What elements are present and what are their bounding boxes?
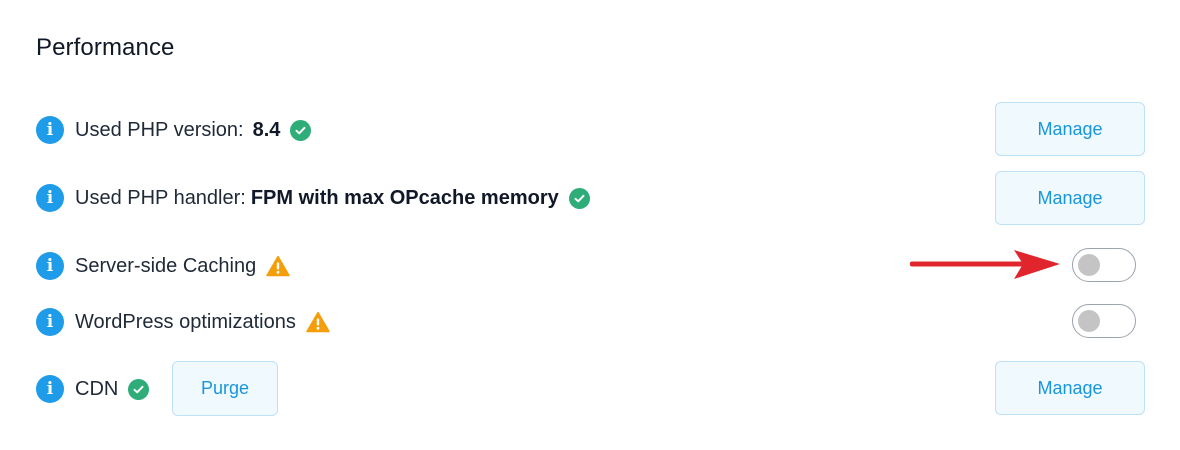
cdn-label: CDN xyxy=(75,377,119,400)
info-icon[interactable]: i xyxy=(36,116,64,144)
wordpress-optimizations-label: WordPress optimizations xyxy=(75,310,296,333)
php-version-value: 8.4 xyxy=(252,118,281,141)
server-side-caching-toggle[interactable] xyxy=(1072,248,1136,282)
section-title: Performance xyxy=(36,34,175,61)
red-arrow-icon xyxy=(910,250,1060,279)
manage-cdn-button[interactable]: Manage xyxy=(995,361,1145,415)
info-icon[interactable]: i xyxy=(36,375,64,403)
php-handler-value: FPM with max OPcache memory xyxy=(250,186,559,209)
manage-php-handler-button[interactable]: Manage xyxy=(995,171,1145,225)
wordpress-optimizations-toggle[interactable] xyxy=(1072,304,1136,338)
manage-php-version-button[interactable]: Manage xyxy=(995,102,1145,156)
php-version-label: Used PHP version: xyxy=(75,118,244,141)
warning-triangle-icon xyxy=(266,255,290,277)
info-icon[interactable]: i xyxy=(36,308,64,336)
purge-cdn-button[interactable]: Purge xyxy=(172,361,278,416)
row-cdn: i CDN xyxy=(36,374,150,404)
row-php-handler: i Used PHP handler: FPM with max OPcache… xyxy=(36,183,590,213)
row-php-version: i Used PHP version: 8.4 xyxy=(36,115,312,145)
info-icon[interactable]: i xyxy=(36,184,64,212)
check-circle-icon xyxy=(128,378,150,400)
warning-triangle-icon xyxy=(306,311,330,333)
row-server-side-caching: i Server-side Caching xyxy=(36,251,290,281)
toggle-knob xyxy=(1078,310,1100,332)
row-wordpress-optimizations: i WordPress optimizations xyxy=(36,307,330,337)
php-handler-label: Used PHP handler: xyxy=(75,186,246,209)
toggle-knob xyxy=(1078,254,1100,276)
check-circle-icon xyxy=(290,119,312,141)
server-side-caching-label: Server-side Caching xyxy=(75,254,257,277)
performance-panel: Performance i Used PHP version: 8.4 Mana… xyxy=(0,0,1180,450)
info-icon[interactable]: i xyxy=(36,252,64,280)
check-circle-icon xyxy=(568,187,590,209)
